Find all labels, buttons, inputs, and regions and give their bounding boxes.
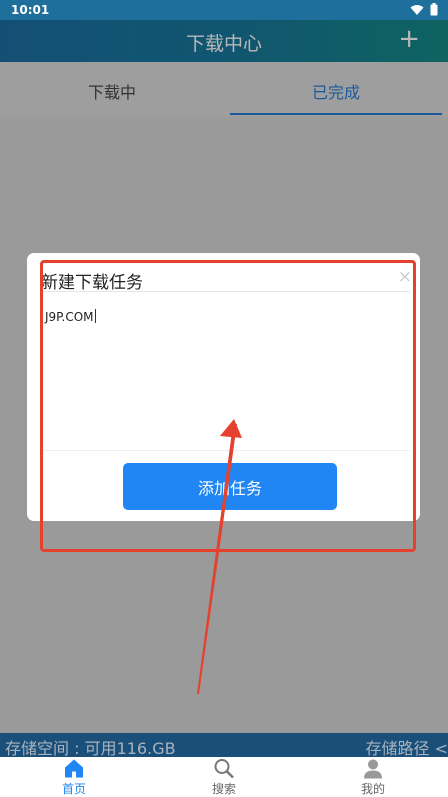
nav-search-label: 搜索: [211, 782, 236, 796]
nav-search[interactable]: 搜索: [179, 757, 269, 797]
tab-downloading[interactable]: 下载中: [42, 79, 182, 103]
status-time: 10:01: [11, 3, 50, 17]
tab-completed[interactable]: 已完成: [266, 79, 406, 103]
person-icon: [364, 759, 382, 779]
app-bar: 下载中心 +: [0, 20, 448, 62]
annotation-highlight-box: [40, 260, 416, 552]
wifi-icon: [410, 4, 424, 15]
tab-indicator: [230, 113, 442, 115]
tab-bar: 下载中 已完成: [0, 62, 448, 117]
page-title: 下载中心: [185, 33, 262, 55]
bottom-nav: 首页 搜索 我的: [0, 757, 448, 797]
nav-home[interactable]: 首页: [29, 757, 119, 797]
search-icon: [214, 759, 234, 779]
home-icon: [65, 759, 83, 778]
storage-bar: 存储空间 : 可用116.GB 存储路径 <: [0, 733, 448, 759]
status-bar: 10:01: [0, 0, 448, 20]
nav-mine-label: 我的: [360, 782, 385, 796]
nav-home-label: 首页: [61, 782, 86, 796]
battery-icon: [430, 3, 438, 16]
storage-path-link[interactable]: 存储路径 <: [366, 735, 448, 759]
add-button[interactable]: +: [398, 24, 420, 54]
status-icons: [410, 3, 438, 16]
nav-mine[interactable]: 我的: [328, 757, 418, 797]
storage-space-text: 存储空间 : 可用116.GB: [5, 739, 176, 758]
